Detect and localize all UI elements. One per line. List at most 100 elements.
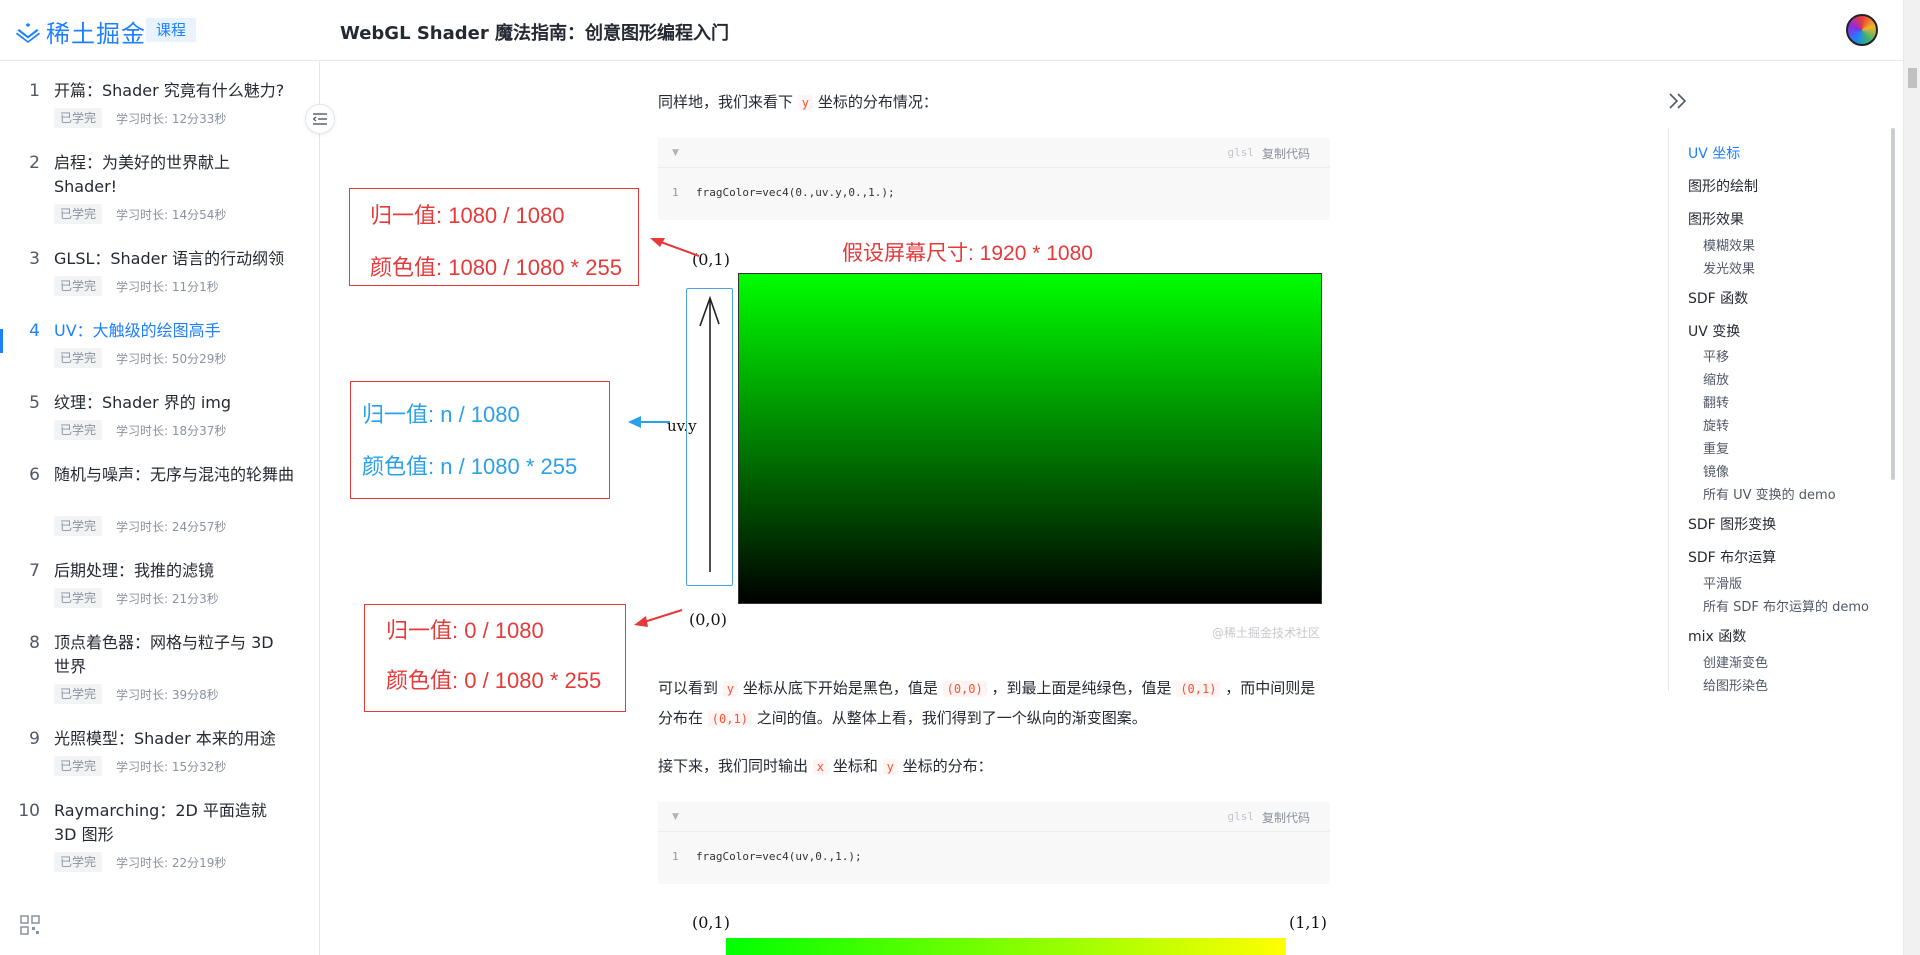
annotation-text: 归一值: n / 1080 (362, 402, 520, 427)
toc-subitem[interactable]: 创建渐变色 (1703, 652, 1768, 671)
course-badge[interactable]: 课程 (146, 18, 197, 42)
green-gradient-canvas (738, 273, 1322, 604)
completed-tag: 已学完 (54, 756, 103, 776)
inline-code: y (722, 681, 739, 697)
toc-item[interactable]: SDF 布尔运算 (1688, 547, 1776, 567)
study-duration: 学习时长: 22分19秒 (116, 855, 227, 870)
paragraph: 接下来，我们同时输出 x 坐标和 y 坐标的分布： (658, 752, 1328, 781)
study-duration: 学习时长: 15分32秒 (116, 759, 227, 774)
study-duration: 学习时长: 11分1秒 (116, 279, 219, 294)
text: ，到最上面是纯绿色，值是 (991, 679, 1172, 697)
toc-subitem[interactable]: 平移 (1703, 346, 1729, 365)
chapter-title: 开篇：Shader 究竟有什么魅力? (54, 81, 285, 100)
toc-item[interactable]: SDF 图形变换 (1688, 514, 1776, 534)
toc-subitem[interactable]: 发光效果 (1703, 258, 1755, 277)
inline-code: (0,0) (942, 681, 987, 697)
text: 坐标的分布： (902, 757, 993, 775)
toc-item[interactable]: mix 函数 (1688, 626, 1746, 646)
completed-tag: 已学完 (54, 276, 103, 296)
chapter-title: Raymarching：2D 平面造就 3D 图形 (54, 801, 267, 844)
study-duration: 学习时长: 14分54秒 (116, 207, 227, 222)
fold-icon[interactable]: ▼ (672, 812, 679, 822)
watermark: @稀土掘金技术社区 (1212, 626, 1321, 640)
top-left-coord-label: (0,1) (692, 913, 730, 932)
code-language: glsl (1227, 810, 1255, 823)
toc-subitem[interactable]: 模糊效果 (1703, 235, 1755, 254)
toc-subitem[interactable]: 给图形染色 (1703, 675, 1768, 694)
code-language: glsl (1227, 146, 1255, 159)
toc-subitem[interactable]: 所有 SDF 布尔运算的 demo (1703, 596, 1869, 615)
toc-subitem[interactable]: 翻转 (1703, 392, 1729, 411)
qr-code-icon[interactable] (20, 915, 40, 935)
completed-tag: 已学完 (54, 516, 103, 536)
annotation-arrow-bottom (634, 609, 683, 627)
chapter-number: 5 (29, 393, 40, 413)
text: 同样地，我们来看下 (658, 93, 794, 111)
collapse-sidebar-button[interactable] (305, 104, 335, 134)
inline-code: x (812, 759, 829, 775)
text: 可以看到 (658, 679, 719, 697)
juejin-logo[interactable]: 稀土掘金 (16, 14, 146, 49)
toc-subitem[interactable]: 缩放 (1703, 369, 1729, 388)
inline-code: (0,1) (1176, 681, 1221, 697)
text: 之间的值。从整体上看，我们得到了一个纵向的渐变图案。 (756, 709, 1147, 727)
toc-subitem[interactable]: 所有 UV 变换的 demo (1703, 484, 1836, 503)
chapter-number: 3 (29, 249, 40, 269)
toc-collapse-icon[interactable] (1668, 92, 1688, 110)
toc-item[interactable]: SDF 函数 (1688, 288, 1748, 308)
page-scrollbar-thumb[interactable] (1908, 68, 1917, 88)
chapter-title: 后期处理：我推的滤镜 (54, 561, 215, 580)
study-duration: 学习时长: 39分8秒 (116, 687, 219, 702)
toc-item[interactable]: 图形的绘制 (1688, 176, 1758, 196)
chapter-number: 8 (29, 633, 40, 653)
completed-tag: 已学完 (54, 684, 103, 704)
chapter-number: 4 (29, 321, 40, 341)
annotation-text: 归一值: 0 / 1080 (386, 618, 544, 643)
inline-code: (0,1) (707, 711, 752, 727)
toc-subitem[interactable]: 重复 (1703, 438, 1729, 457)
toc-scrollbar[interactable] (1891, 128, 1895, 480)
paragraph: 可以看到 y 坐标从底下开始是黑色，值是 (0,0) ，到最上面是纯绿色，值是 … (658, 674, 1328, 734)
uv-gradient-canvas (726, 938, 1286, 955)
toc-subitem[interactable]: 镜像 (1703, 461, 1729, 480)
chapter-title: 纹理：Shader 界的 img (54, 393, 232, 412)
copy-code-button[interactable]: 复制代码 (1262, 145, 1310, 162)
page-scrollbar[interactable] (1903, 0, 1920, 955)
completed-tag: 已学完 (54, 204, 103, 224)
study-duration: 学习时长: 24分57秒 (116, 519, 227, 534)
screen-size-label: 假设屏幕尺寸: 1920 * 1080 (842, 242, 1093, 265)
toc-divider (1668, 128, 1669, 691)
fold-icon[interactable]: ▼ (672, 148, 679, 158)
line-number: 1 (672, 850, 679, 863)
text: 坐标和 (832, 757, 878, 775)
code-source: fragColor=vec4(uv,0.,1.); (696, 850, 862, 863)
page: 稀土掘金 课程 WebGL Shader 魔法指南：创意图形编程入门 1 开篇：… (0, 0, 1920, 955)
user-avatar[interactable] (1846, 14, 1878, 46)
chapter-number: 9 (29, 729, 40, 749)
chapter-title: GLSL：Shader 语言的行动纲领 (54, 249, 285, 268)
completed-tag: 已学完 (54, 420, 103, 440)
copy-code-button[interactable]: 复制代码 (1262, 809, 1310, 826)
annotation-text: 颜色值: 0 / 1080 * 255 (386, 668, 602, 693)
completed-tag: 已学完 (54, 348, 103, 368)
study-duration: 学习时长: 21分3秒 (116, 591, 219, 606)
chapter-number: 7 (29, 561, 40, 581)
study-duration: 学习时长: 12分33秒 (116, 111, 227, 126)
chapter-sidebar: 1 开篇：Shader 究竟有什么魅力? 已学完 学习时长: 12分33秒 2 启… (0, 61, 320, 955)
code-toolbar: ▼ glsl 复制代码 (658, 138, 1330, 168)
annotation-arrows (628, 238, 700, 428)
completed-tag: 已学完 (54, 852, 103, 872)
toc-item[interactable]: 图形效果 (1688, 209, 1744, 229)
chapter-title: 顶点着色器：网格与粒子与 3D 世界 (54, 633, 274, 676)
top-header: 稀土掘金 课程 WebGL Shader 魔法指南：创意图形编程入门 (0, 0, 1903, 61)
chapter-number: 2 (29, 153, 40, 173)
course-title: WebGL Shader 魔法指南：创意图形编程入门 (340, 23, 729, 44)
code-toolbar: ▼ glsl 复制代码 (658, 802, 1330, 832)
toc-subitem[interactable]: 平滑版 (1703, 573, 1742, 592)
toc-item[interactable]: UV 变换 (1688, 321, 1740, 341)
toc-item-active[interactable]: UV 坐标 (1688, 143, 1740, 163)
chapter-number: 1 (29, 81, 40, 101)
toc-subitem[interactable]: 旋转 (1703, 415, 1729, 434)
completed-tag: 已学完 (54, 108, 103, 128)
juejin-logo-icon (16, 22, 40, 43)
